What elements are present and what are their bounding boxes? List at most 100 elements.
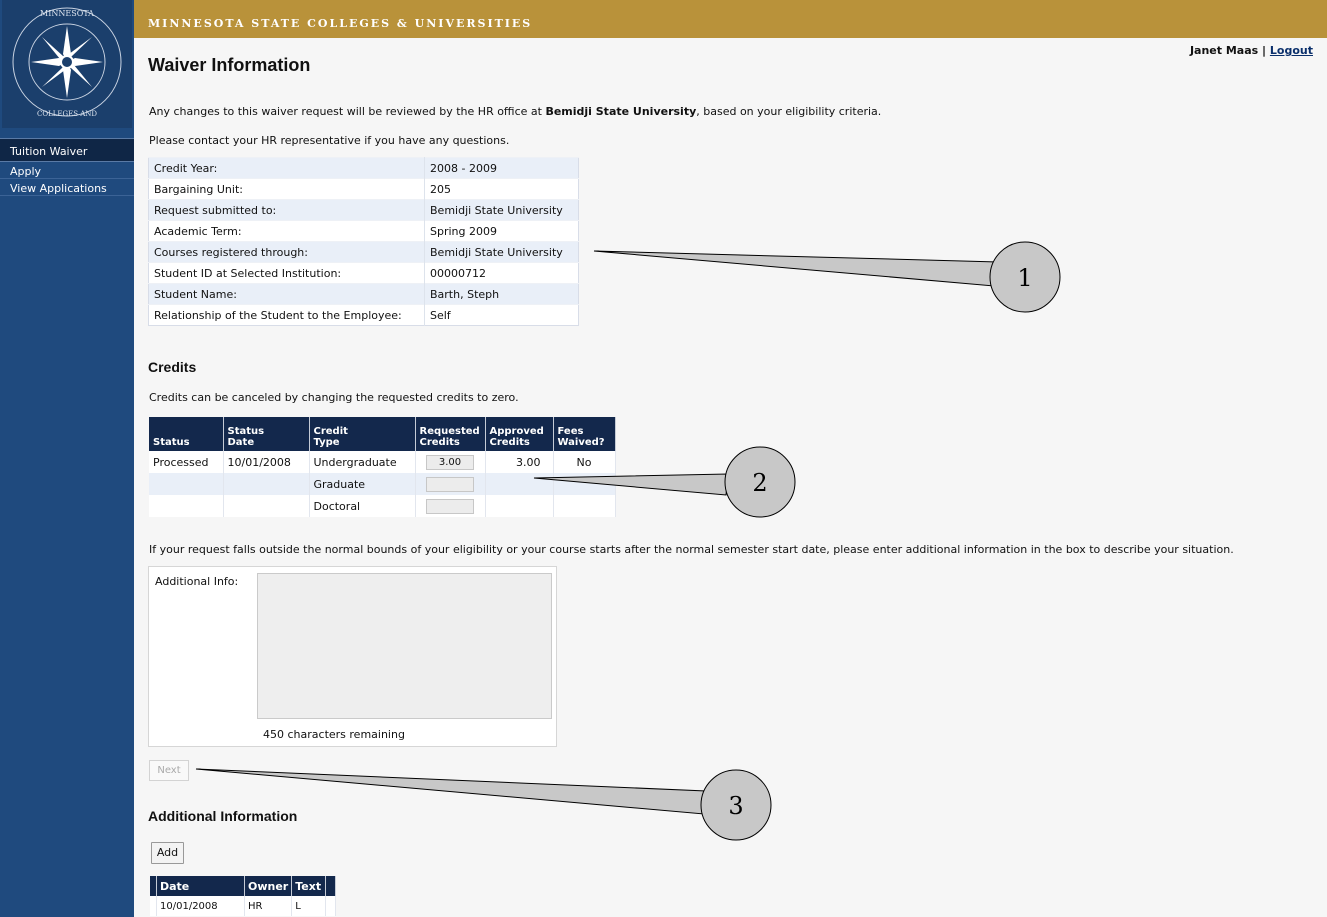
waiver-info-table: Credit Year: 2008 - 2009 Bargaining Unit:… [148, 157, 579, 326]
info-row: Request submitted to: Bemidji State Unive… [148, 199, 579, 221]
info-value: Spring 2009 [424, 220, 579, 242]
logout-link[interactable]: Logout [1270, 44, 1313, 57]
credit-status-date [223, 473, 310, 495]
intro-suffix: , based on your eligibility criteria. [696, 105, 882, 118]
next-button[interactable]: Next [149, 760, 189, 781]
approved-credits [485, 473, 554, 495]
approved-credits [485, 495, 554, 517]
info-label: Student ID at Selected Institution: [148, 262, 425, 284]
additional-info-table: Date Owner Text 10/01/2008 HR L [150, 876, 337, 916]
info-label: Academic Term: [148, 220, 425, 242]
col-owner: Owner [244, 876, 293, 896]
credit-status-date [223, 495, 310, 517]
col-credit-type: Credit Type [309, 417, 416, 451]
requested-credits-cell: 3.00 [415, 451, 486, 473]
credits-table: Status Status Date Credit Type Requested Cr… [149, 417, 616, 517]
intro-school: Bemidji State University [545, 105, 697, 118]
info-value: Bemidji State University [424, 199, 579, 221]
col-approved-credits: Approved Credits [485, 417, 554, 451]
col-requested-credits: Requested Credits [415, 417, 486, 451]
col-text: Text [291, 876, 327, 896]
credits-heading: Credits [148, 359, 197, 375]
info-row: Credit Year: 2008 - 2009 [148, 157, 579, 179]
info-label: Bargaining Unit: [148, 178, 425, 200]
credits-note: Credits can be canceled by changing the … [149, 391, 519, 404]
sidebar: MINNESOTA COLLEGES AND Tuition Waiver Ap… [0, 0, 134, 917]
requested-credits-cell [415, 495, 486, 517]
col-status: Status [149, 417, 224, 451]
info-value: Barth, Steph [424, 283, 579, 305]
outside-bounds-note: If your request falls outside the normal… [149, 543, 1234, 556]
sidebar-section-tuition-waiver[interactable]: Tuition Waiver [0, 138, 134, 162]
info-label: Student Name: [148, 283, 425, 305]
page-title: Waiver Information [148, 55, 311, 75]
brand-title: MINNESOTA STATE COLLEGES & UNIVERSITIES [148, 17, 533, 30]
info-row: Academic Term: Spring 2009 [148, 220, 579, 242]
info-label: Courses registered through: [148, 241, 425, 263]
info-value: 205 [424, 178, 579, 200]
additional-info-label: Additional Info: [155, 575, 239, 588]
add-button[interactable]: Add [151, 842, 184, 864]
info-row: Bargaining Unit: 205 [148, 178, 579, 200]
credit-type: Graduate [309, 473, 416, 495]
mnscu-seal-icon: MINNESOTA COLLEGES AND [12, 7, 122, 118]
credit-type: Undergraduate [309, 451, 416, 473]
intro-prefix: Any changes to this waiver request will … [149, 105, 546, 118]
col-fees-waived: Fees Waived? [553, 417, 616, 451]
user-bar: Janet Maas | Logout [1190, 44, 1313, 57]
col-end [325, 876, 337, 896]
table-row: 10/01/2008 HR L [150, 896, 337, 916]
sidebar-nav: Tuition Waiver Apply View Applications [0, 138, 134, 196]
credit-type: Doctoral [309, 495, 416, 517]
callout-3: 3 [195, 768, 772, 841]
info-row: Student Name: Barth, Steph [148, 283, 579, 305]
callout-2-number: 2 [752, 469, 767, 497]
credit-status: Processed [149, 451, 224, 473]
info-value: Self [424, 304, 579, 326]
additional-info-textarea[interactable] [257, 573, 552, 719]
info-value: 00000712 [424, 262, 579, 284]
requested-credits-input[interactable] [426, 498, 474, 514]
contact-text: Please contact your HR representative if… [149, 134, 510, 147]
sidebar-item-apply[interactable]: Apply [0, 162, 134, 179]
callout-1-number: 1 [1017, 264, 1032, 292]
info-value: Bemidji State University [424, 241, 579, 263]
row-date: 10/01/2008 [156, 896, 245, 916]
credits-row: Processed 10/01/2008 Undergraduate 3.00 … [149, 451, 616, 473]
logo: MINNESOTA COLLEGES AND [2, 0, 132, 128]
fees-waived [553, 495, 616, 517]
col-status-date: Status Date [223, 417, 310, 451]
row-text: L [291, 896, 327, 916]
svg-text:MINNESOTA: MINNESOTA [40, 9, 94, 18]
info-label: Request submitted to: [148, 199, 425, 221]
callout-3-number: 3 [728, 792, 743, 820]
credit-status [149, 473, 224, 495]
approved-credits: 3.00 [485, 451, 554, 473]
credits-row: Graduate [149, 473, 616, 495]
col-date: Date [156, 876, 245, 896]
svg-text:COLLEGES AND: COLLEGES AND [37, 110, 97, 118]
intro-text: Any changes to this waiver request will … [149, 105, 881, 118]
callout-1: 1 [593, 241, 1061, 313]
row-end [325, 896, 337, 916]
requested-credits-input[interactable] [426, 476, 474, 492]
info-row: Relationship of the Student to the Emplo… [148, 304, 579, 326]
user-name: Janet Maas [1189, 44, 1259, 57]
fees-waived: No [553, 451, 616, 473]
user-separator: | [1262, 44, 1267, 57]
requested-credits-cell [415, 473, 486, 495]
top-banner: MINNESOTA STATE COLLEGES & UNIVERSITIES [134, 0, 1327, 38]
characters-remaining: 450 characters remaining [263, 728, 405, 741]
row-owner: HR [244, 896, 293, 916]
credit-status-date: 10/01/2008 [223, 451, 310, 473]
additional-info-box: Additional Info: 450 characters remainin… [148, 566, 557, 747]
info-label: Credit Year: [148, 157, 425, 179]
requested-credits-input[interactable]: 3.00 [426, 454, 474, 470]
info-row: Student ID at Selected Institution: 00000… [148, 262, 579, 284]
info-row: Courses registered through: Bemidji State… [148, 241, 579, 263]
info-value: 2008 - 2009 [424, 157, 579, 179]
credit-status [149, 495, 224, 517]
info-label: Relationship of the Student to the Emplo… [148, 304, 425, 326]
fees-waived [553, 473, 616, 495]
sidebar-item-view-applications[interactable]: View Applications [0, 179, 134, 196]
